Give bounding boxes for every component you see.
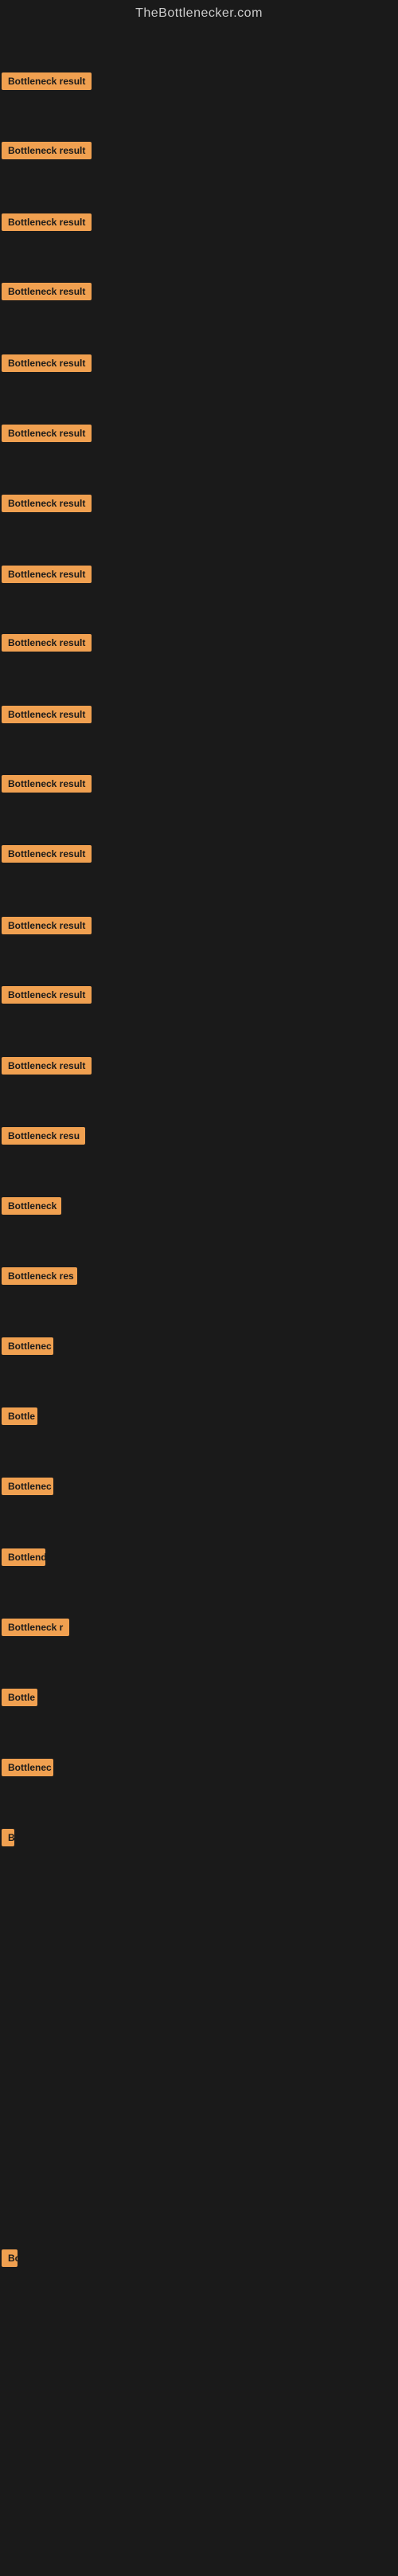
bottleneck-badge-3[interactable]: Bottleneck result <box>2 213 92 231</box>
bottleneck-badge-8[interactable]: Bottleneck result <box>2 566 92 583</box>
bottleneck-badge-7[interactable]: Bottleneck result <box>2 495 92 512</box>
bottleneck-badge-1[interactable]: Bottleneck result <box>2 72 92 90</box>
bottleneck-badge-27[interactable]: Bo <box>2 2249 18 2267</box>
bottleneck-badge-19[interactable]: Bottlenec <box>2 1337 53 1355</box>
bottleneck-badge-20[interactable]: Bottle <box>2 1407 37 1425</box>
site-title: TheBottlenecker.com <box>0 0 398 27</box>
bottleneck-badge-14[interactable]: Bottleneck result <box>2 986 92 1004</box>
bottleneck-badge-18[interactable]: Bottleneck res <box>2 1267 77 1285</box>
bottleneck-badge-10[interactable]: Bottleneck result <box>2 706 92 723</box>
bottleneck-badge-22[interactable]: Bottlend <box>2 1548 45 1566</box>
badges-container: Bottleneck result Bottleneck result Bottle… <box>0 27 398 2576</box>
bottleneck-badge-5[interactable]: Bottleneck result <box>2 354 92 372</box>
page-wrapper: TheBottlenecker.com Bottleneck resultBot… <box>0 0 398 2576</box>
bottleneck-badge-12[interactable]: Bottleneck result <box>2 845 92 863</box>
bottleneck-badge-25[interactable]: Bottlenec <box>2 1759 53 1776</box>
bottleneck-badge-21[interactable]: Bottlenec <box>2 1478 53 1495</box>
bottleneck-badge-24[interactable]: Bottle <box>2 1689 37 1706</box>
bottleneck-badge-16[interactable]: Bottleneck resu <box>2 1127 85 1145</box>
bottleneck-badge-17[interactable]: Bottleneck <box>2 1197 61 1215</box>
bottleneck-badge-15[interactable]: Bottleneck result <box>2 1057 92 1075</box>
bottleneck-badge-6[interactable]: Bottleneck result <box>2 425 92 442</box>
bottleneck-badge-11[interactable]: Bottleneck result <box>2 775 92 793</box>
bottleneck-badge-4[interactable]: Bottleneck result <box>2 283 92 300</box>
bottleneck-badge-13[interactable]: Bottleneck result <box>2 917 92 934</box>
bottleneck-badge-26[interactable]: B <box>2 1829 14 1846</box>
bottleneck-badge-23[interactable]: Bottleneck r <box>2 1619 69 1636</box>
bottleneck-badge-9[interactable]: Bottleneck result <box>2 634 92 652</box>
bottleneck-badge-2[interactable]: Bottleneck result <box>2 142 92 159</box>
